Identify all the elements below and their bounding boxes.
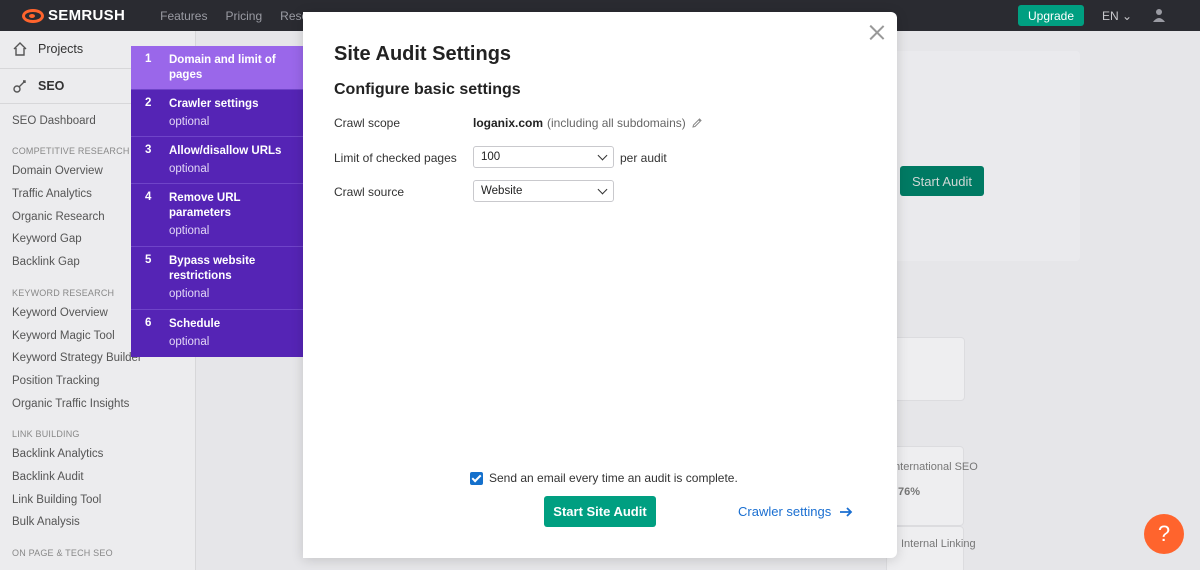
background-intl-pct: 76% bbox=[898, 486, 921, 498]
step-domain-limit[interactable]: 1 Domain and limit of pages bbox=[131, 46, 303, 90]
dialog-title: Site Audit Settings bbox=[334, 43, 512, 65]
sidebar-heading-link-building: LINK BUILDING bbox=[12, 429, 80, 439]
sidebar-heading-on-page: ON PAGE & TECH SEO bbox=[12, 548, 113, 558]
seo-icon bbox=[13, 80, 26, 93]
step-number: 6 bbox=[145, 317, 152, 329]
arrow-right-icon bbox=[840, 506, 853, 517]
chevron-down-icon bbox=[597, 150, 608, 161]
chevron-down-icon: ⌄ bbox=[1122, 9, 1133, 23]
step-optional: optional bbox=[169, 225, 210, 237]
step-number: 3 bbox=[145, 144, 152, 156]
crawler-settings-link[interactable]: Crawler settings bbox=[738, 504, 853, 519]
step-optional: optional bbox=[169, 288, 210, 300]
chevron-down-icon bbox=[597, 184, 608, 195]
step-allow-disallow-urls[interactable]: 3 Allow/disallow URLs optional bbox=[131, 137, 303, 184]
sidebar-item-seo-dashboard[interactable]: SEO Dashboard bbox=[12, 115, 96, 127]
crawler-settings-label: Crawler settings bbox=[738, 504, 832, 519]
per-audit-label: per audit bbox=[620, 151, 667, 165]
step-optional: optional bbox=[169, 336, 210, 348]
brand-name: SEMRUSH bbox=[48, 7, 126, 24]
language-label: EN bbox=[1102, 9, 1119, 23]
crawl-source-select[interactable]: Website bbox=[473, 180, 614, 202]
sidebar-item-link-building-tool[interactable]: Link Building Tool bbox=[12, 494, 101, 506]
sidebar-item-organic-research[interactable]: Organic Research bbox=[12, 211, 105, 223]
step-title: Remove URL parameters bbox=[169, 192, 241, 219]
domain-note: (including all subdomains) bbox=[547, 116, 686, 130]
limit-label: Limit of checked pages bbox=[334, 151, 457, 165]
sidebar-item-position-tracking[interactable]: Position Tracking bbox=[12, 375, 100, 387]
sidebar-item-projects[interactable]: Projects bbox=[12, 41, 83, 57]
limit-select[interactable]: 100 bbox=[473, 146, 614, 168]
sidebar-item-keyword-gap[interactable]: Keyword Gap bbox=[12, 233, 82, 245]
crawl-source-value: Website bbox=[481, 185, 523, 197]
nav-pricing[interactable]: Pricing bbox=[225, 9, 262, 23]
semrush-logo-icon bbox=[22, 8, 44, 23]
start-site-audit-button[interactable]: Start Site Audit bbox=[544, 496, 656, 527]
sidebar-projects-label: Projects bbox=[38, 42, 84, 56]
step-title: Schedule bbox=[169, 318, 221, 330]
semrush-logo[interactable]: SEMRUSH bbox=[22, 7, 125, 24]
background-internal-linking: Internal Linking bbox=[901, 538, 976, 550]
sidebar-item-domain-overview[interactable]: Domain Overview bbox=[12, 165, 103, 177]
sidebar-seo-label: SEO bbox=[38, 79, 65, 93]
sidebar-item-seo[interactable]: SEO bbox=[12, 78, 64, 94]
sidebar-item-keyword-overview[interactable]: Keyword Overview bbox=[12, 307, 108, 319]
domain-name: loganix.com bbox=[473, 116, 544, 130]
step-remove-url-parameters[interactable]: 4 Remove URL parameters optional bbox=[131, 184, 303, 247]
crawl-scope-value: loganix.com (including all subdomains) bbox=[473, 116, 703, 130]
step-number: 1 bbox=[145, 53, 152, 65]
step-number: 5 bbox=[145, 254, 152, 266]
step-optional: optional bbox=[169, 116, 210, 128]
sidebar-item-traffic-analytics[interactable]: Traffic Analytics bbox=[12, 188, 92, 200]
background-international-seo: International SEO bbox=[891, 461, 978, 473]
site-audit-settings-dialog: Site Audit Settings Configure basic sett… bbox=[303, 12, 897, 558]
background-start-audit-button: Start Audit bbox=[900, 166, 984, 196]
crawl-scope-label: Crawl scope bbox=[334, 116, 401, 130]
sidebar-item-backlink-audit[interactable]: Backlink Audit bbox=[12, 471, 84, 483]
step-title: Crawler settings bbox=[169, 98, 259, 110]
sidebar-item-keyword-strategy-builder[interactable]: Keyword Strategy Builder bbox=[12, 352, 142, 364]
step-number: 2 bbox=[145, 97, 152, 109]
edit-pencil-icon[interactable] bbox=[691, 117, 703, 129]
sidebar-heading-keyword: KEYWORD RESEARCH bbox=[12, 288, 115, 298]
upgrade-button[interactable]: Upgrade bbox=[1018, 5, 1084, 26]
step-schedule[interactable]: 6 Schedule optional bbox=[131, 310, 303, 357]
help-button[interactable]: ? bbox=[1144, 514, 1184, 554]
sidebar-heading-competitive: COMPETITIVE RESEARCH bbox=[12, 146, 130, 156]
limit-value: 100 bbox=[481, 151, 501, 163]
step-optional: optional bbox=[169, 163, 210, 175]
home-icon bbox=[13, 42, 27, 56]
sidebar-item-keyword-magic-tool[interactable]: Keyword Magic Tool bbox=[12, 330, 115, 342]
email-notification-row[interactable]: Send an email every time an audit is com… bbox=[470, 471, 738, 485]
step-title: Domain and limit of pages bbox=[169, 54, 276, 81]
crawl-source-label: Crawl source bbox=[334, 185, 405, 199]
sidebar-item-backlink-gap[interactable]: Backlink Gap bbox=[12, 256, 80, 268]
email-checkbox-label: Send an email every time an audit is com… bbox=[489, 471, 738, 485]
sidebar-item-bulk-analysis[interactable]: Bulk Analysis bbox=[12, 516, 80, 528]
language-selector[interactable]: EN ⌄ bbox=[1102, 9, 1132, 23]
settings-steps-panel: 1 Domain and limit of pages 2 Crawler se… bbox=[131, 46, 303, 357]
email-checkbox[interactable] bbox=[470, 471, 483, 485]
close-icon[interactable] bbox=[869, 24, 885, 40]
nav-features[interactable]: Features bbox=[160, 9, 207, 23]
step-bypass-website-restrictions[interactable]: 5 Bypass website restrictions optional bbox=[131, 247, 303, 310]
step-crawler-settings[interactable]: 2 Crawler settings optional bbox=[131, 90, 303, 137]
step-title: Bypass website restrictions bbox=[169, 255, 256, 282]
sidebar-item-backlink-analytics[interactable]: Backlink Analytics bbox=[12, 448, 103, 460]
step-title: Allow/disallow URLs bbox=[169, 145, 282, 157]
step-number: 4 bbox=[145, 191, 152, 203]
sidebar-item-organic-traffic-insights[interactable]: Organic Traffic Insights bbox=[12, 398, 129, 410]
dialog-subtitle: Configure basic settings bbox=[334, 81, 521, 98]
user-icon[interactable] bbox=[1152, 8, 1166, 22]
